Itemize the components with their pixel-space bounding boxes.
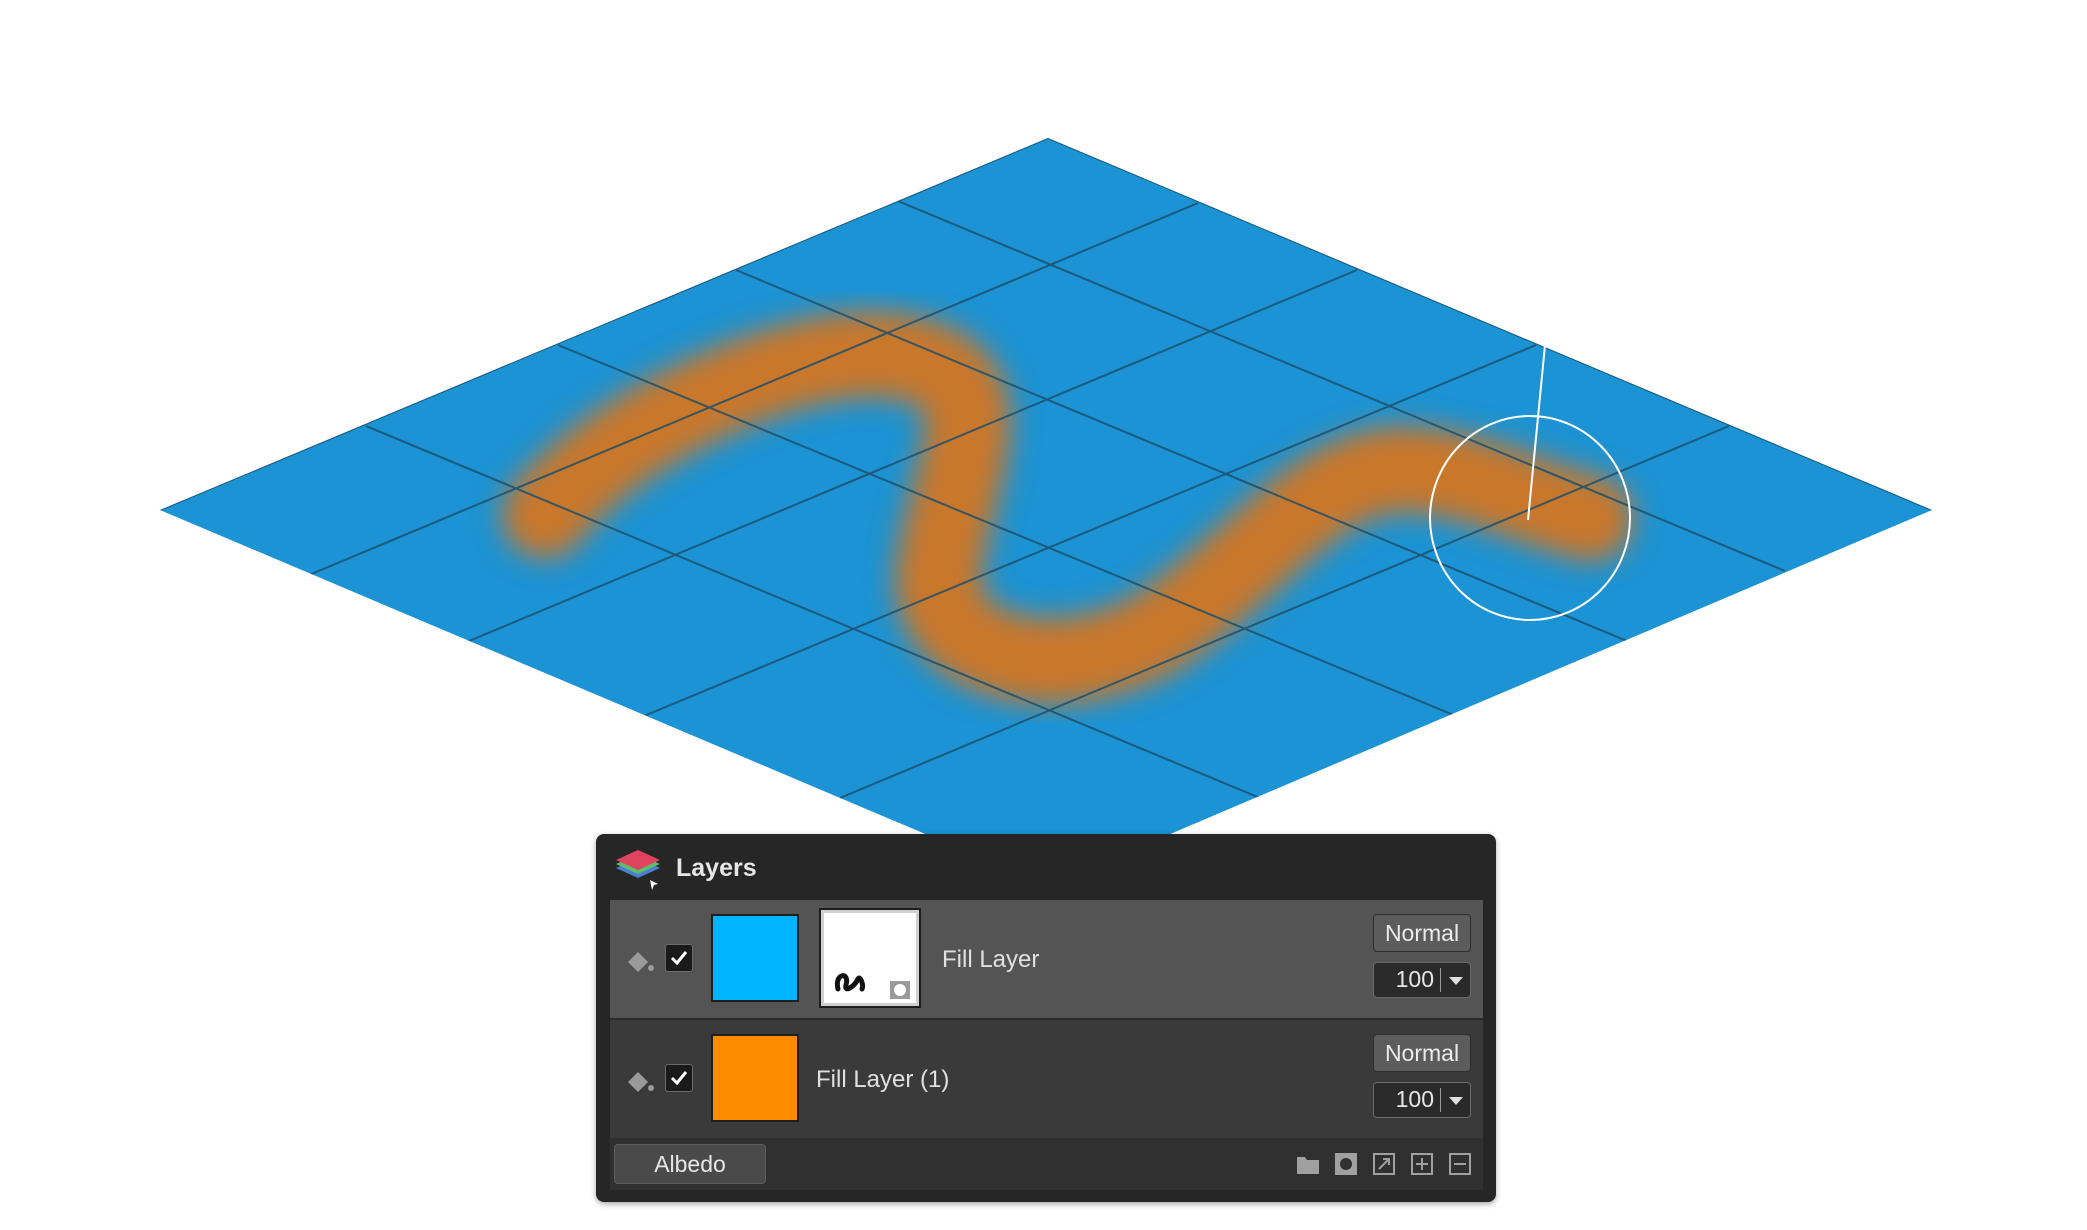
opacity-field[interactable]: 100	[1373, 1082, 1471, 1118]
fill-bucket-icon	[628, 952, 654, 972]
layer-row-fill-layer-1[interactable]: Fill Layer (1) Normal 100	[610, 1020, 1483, 1138]
color-swatch[interactable]	[711, 914, 799, 1002]
checkmark-icon	[670, 951, 688, 966]
opacity-value[interactable]: 100	[1382, 966, 1434, 993]
folder-icon[interactable]	[1296, 1152, 1320, 1176]
opacity-field[interactable]: 100	[1373, 962, 1471, 998]
dropdown-arrow-icon[interactable]	[1448, 976, 1464, 986]
layer-name[interactable]: Fill Layer	[942, 946, 1039, 974]
mask-thumbnail[interactable]	[819, 908, 921, 1008]
visibility-checkbox[interactable]	[665, 944, 693, 972]
checkmark-icon	[670, 1071, 688, 1086]
blend-mode-dropdown[interactable]: Normal	[1373, 1034, 1471, 1072]
panel-footer: Albedo	[610, 1138, 1483, 1190]
remove-layer-icon[interactable]	[1448, 1152, 1472, 1176]
fill-bucket-icon	[628, 1072, 654, 1092]
add-layer-icon[interactable]	[1410, 1152, 1434, 1176]
visibility-checkbox[interactable]	[665, 1064, 693, 1092]
panel-header: Layers	[596, 834, 1496, 898]
dropdown-arrow-icon[interactable]	[1448, 1096, 1464, 1106]
layers-panel: Layers Fill Layer Normal 100 Fill Layer …	[596, 834, 1496, 1202]
layer-name[interactable]: Fill Layer (1)	[816, 1066, 949, 1094]
divider	[1440, 1088, 1441, 1112]
resize-icon[interactable]	[1372, 1152, 1396, 1176]
layer-row-fill-layer[interactable]: Fill Layer Normal 100	[610, 900, 1483, 1018]
divider	[1440, 968, 1441, 992]
layers-stack-icon	[616, 850, 660, 890]
opacity-value[interactable]: 100	[1382, 1086, 1434, 1113]
panel-title: Layers	[676, 854, 757, 882]
mask-icon[interactable]	[1334, 1152, 1358, 1176]
channel-dropdown[interactable]: Albedo	[614, 1144, 766, 1184]
blend-mode-dropdown[interactable]: Normal	[1373, 914, 1471, 952]
mask-stroke-icon	[834, 973, 910, 999]
color-swatch[interactable]	[711, 1034, 799, 1122]
ground-plane[interactable]	[160, 138, 1932, 886]
